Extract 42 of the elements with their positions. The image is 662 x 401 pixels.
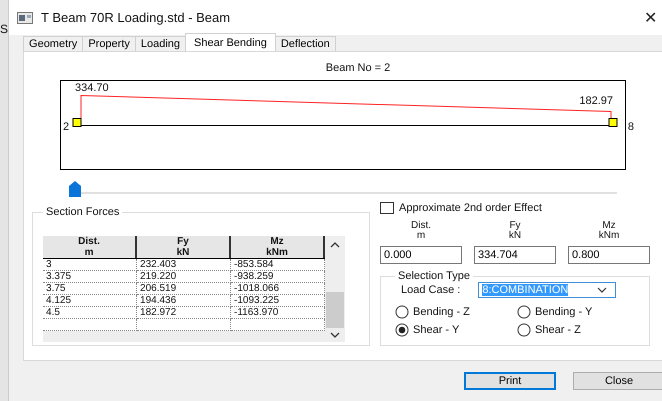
scroll-up-icon[interactable] xyxy=(330,242,340,248)
scrollbar[interactable] xyxy=(325,236,346,342)
checkbox[interactable] xyxy=(380,202,394,214)
radio-option[interactable]: Shear - Y xyxy=(395,323,518,337)
dialog-button[interactable]: Close xyxy=(573,372,662,390)
load-case-label: Load Case : xyxy=(401,284,460,296)
slider-thumb[interactable] xyxy=(69,181,82,197)
group-title: Section Forces xyxy=(45,206,120,218)
tab[interactable]: Property xyxy=(82,36,136,51)
value-field[interactable]: 0.000 xyxy=(380,246,462,264)
checkbox-label: Approximate 2nd order Effect xyxy=(399,202,542,214)
group-title: Selection Type xyxy=(397,270,471,282)
radio-option[interactable]: Bending - Y xyxy=(517,305,640,319)
shear-value: 334.70 xyxy=(75,82,109,94)
shear-value: 182.97 xyxy=(579,95,614,107)
scroll-down-icon[interactable] xyxy=(330,332,340,338)
radio-button[interactable] xyxy=(517,323,532,337)
beam-title: Beam No = 2 xyxy=(326,62,390,74)
position-slider[interactable] xyxy=(69,180,618,198)
tab[interactable]: Shear Bending xyxy=(185,33,276,51)
radio-button[interactable] xyxy=(395,305,410,319)
second-order-checkbox[interactable]: Approximate 2nd order Effect xyxy=(380,202,650,214)
value-field[interactable]: 0.800 xyxy=(568,246,650,264)
tab[interactable]: Deflection xyxy=(274,36,336,51)
tab[interactable]: Loading xyxy=(134,36,186,51)
window-icon xyxy=(17,12,34,24)
window-title: T Beam 70R Loading.std - Beam xyxy=(41,10,232,25)
value-field[interactable]: 334.704 xyxy=(474,246,556,264)
value-header: Mz kNm xyxy=(598,219,620,243)
radio-option[interactable]: Bending - Z xyxy=(395,305,518,319)
chevron-down-icon xyxy=(597,287,608,293)
close-button[interactable]: ✕ xyxy=(638,8,662,28)
node-label: 8 xyxy=(628,121,634,133)
radio-option[interactable]: Shear - Z xyxy=(517,323,640,337)
radio-button[interactable] xyxy=(395,323,410,337)
value-header: Fy kN xyxy=(508,219,522,243)
dialog-button[interactable]: Print xyxy=(464,372,556,390)
background-text: S xyxy=(0,22,8,36)
radio-button[interactable] xyxy=(517,305,532,319)
tab[interactable]: Geometry xyxy=(23,36,84,51)
value-header: Dist. m xyxy=(411,219,432,243)
node-label: 2 xyxy=(63,121,70,133)
